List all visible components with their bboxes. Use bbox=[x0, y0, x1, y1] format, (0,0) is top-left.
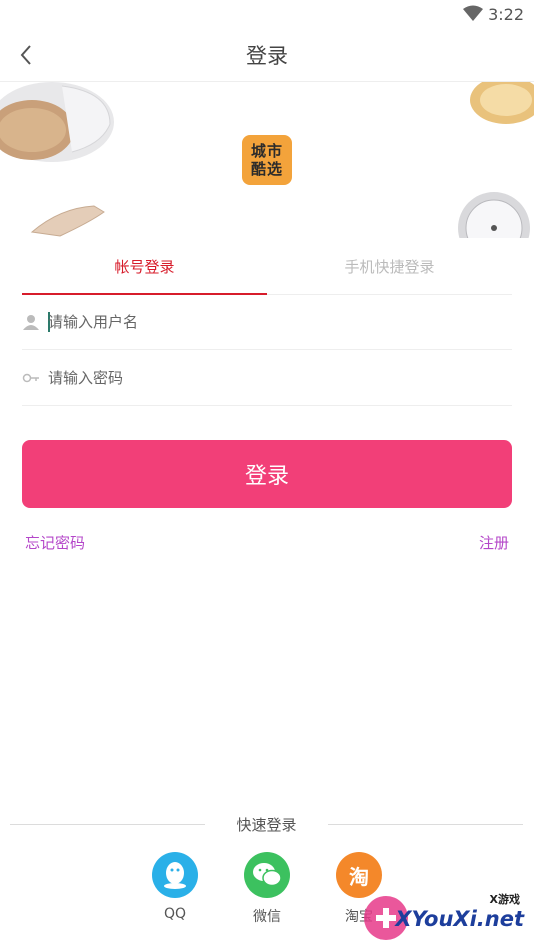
wechat-label: 微信 bbox=[253, 909, 281, 925]
wechat-login-button[interactable]: 微信 bbox=[227, 852, 307, 926]
password-row bbox=[22, 351, 512, 406]
watch-image bbox=[458, 192, 530, 238]
qq-label: QQ bbox=[163, 906, 187, 922]
app-logo: 城市 酷选 bbox=[242, 135, 292, 185]
username-input[interactable] bbox=[48, 307, 498, 337]
watermark: X游戏 XYouXi.net bbox=[359, 883, 534, 949]
status-time: 3:22 bbox=[488, 5, 524, 24]
tab-account-login[interactable]: 帐号登录 bbox=[22, 256, 267, 277]
status-bar: 3:22 bbox=[0, 0, 534, 28]
username-row bbox=[22, 295, 512, 350]
quick-login-divider: 快速登录 bbox=[10, 812, 523, 836]
qq-login-button[interactable]: QQ bbox=[135, 852, 215, 922]
perfume-bottle-image bbox=[470, 82, 534, 124]
heels-image bbox=[30, 205, 105, 237]
wifi-icon bbox=[463, 5, 483, 21]
banner: 城市 酷选 bbox=[0, 82, 534, 238]
watermark-small-text: X游戏 bbox=[489, 893, 520, 906]
page-title: 登录 bbox=[246, 44, 288, 68]
login-button[interactable]: 登录 bbox=[22, 440, 512, 508]
divider-line-right bbox=[328, 824, 523, 825]
password-input[interactable] bbox=[48, 363, 498, 393]
cushion-compact-image bbox=[0, 82, 114, 162]
qq-icon bbox=[152, 852, 198, 898]
login-tabs: 帐号登录 手机快捷登录 bbox=[22, 238, 512, 295]
wechat-icon bbox=[244, 852, 290, 898]
user-icon bbox=[23, 315, 39, 330]
tab-phone-login[interactable]: 手机快捷登录 bbox=[267, 256, 512, 277]
forgot-password-link[interactable]: 忘记密码 bbox=[25, 532, 85, 553]
register-link[interactable]: 注册 bbox=[479, 532, 509, 553]
watermark-site-text: XYouXi.net bbox=[395, 907, 524, 931]
nav-bar: 登录 bbox=[0, 28, 534, 82]
key-icon bbox=[22, 373, 39, 383]
